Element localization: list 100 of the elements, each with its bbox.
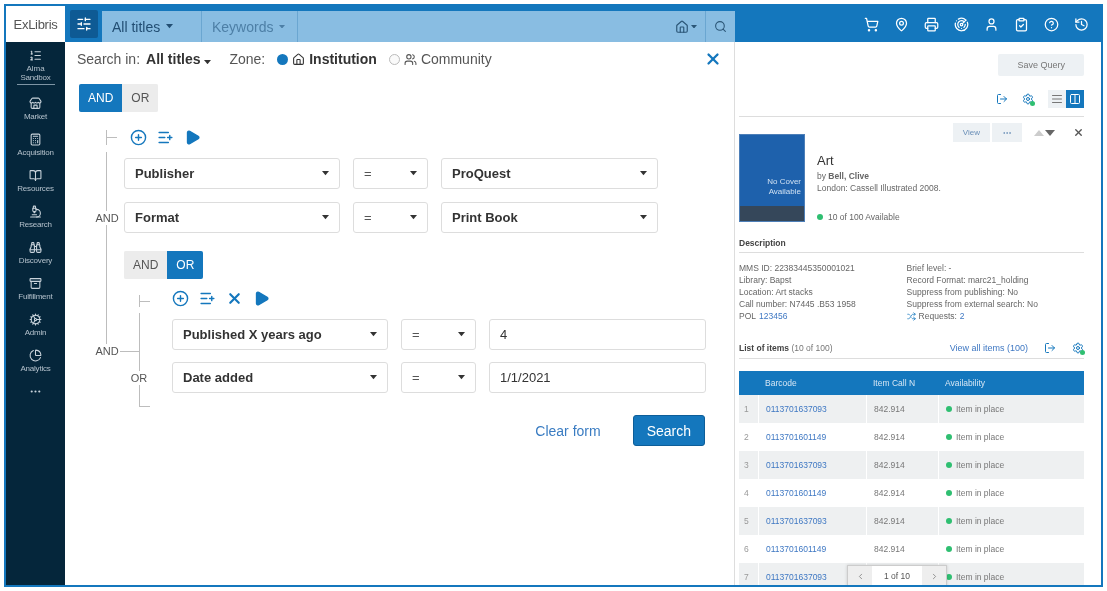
gear-icon[interactable] xyxy=(29,313,42,326)
barcode-link[interactable]: 0113701637093 xyxy=(766,572,827,582)
nav-label[interactable]: Research xyxy=(19,220,52,229)
table-cell: Item in place xyxy=(956,460,1005,470)
pol-link[interactable]: 123456 xyxy=(759,310,788,322)
search-in-label: Search in: xyxy=(77,51,141,67)
settings-icon[interactable] xyxy=(1072,342,1084,354)
radio-label[interactable]: Community xyxy=(420,51,492,67)
nav-label: Alma xyxy=(26,64,45,73)
close-button[interactable] xyxy=(704,50,722,68)
detail-text: Location: Art stacks xyxy=(739,286,814,298)
detail-text: Brief level: - xyxy=(906,262,953,274)
view-all-link[interactable]: View all items (100) xyxy=(949,343,1028,353)
operator-dropdown[interactable]: = xyxy=(353,202,428,233)
detail-text: Requests: xyxy=(918,310,957,322)
history-icon[interactable] xyxy=(1074,16,1089,32)
close-icon[interactable] xyxy=(1073,127,1084,138)
table-cell: Item in place xyxy=(956,516,1005,526)
row-number: 1 xyxy=(743,403,750,416)
status-dot xyxy=(946,490,952,496)
caret-icon xyxy=(691,24,697,29)
radio-button[interactable] xyxy=(388,53,400,65)
table-cell: 842.914 xyxy=(874,544,905,554)
printer-icon[interactable] xyxy=(924,16,939,32)
pie-chart-icon[interactable] xyxy=(29,349,42,362)
barcode-link[interactable]: 0113701637093 xyxy=(766,404,827,414)
field-dropdown[interactable]: Format xyxy=(124,202,340,233)
operator-toggle[interactable]: AND xyxy=(79,84,123,112)
table-cell: 842.914 xyxy=(874,404,905,414)
filter-settings-button[interactable] xyxy=(70,10,98,38)
operator-dropdown[interactable]: = xyxy=(401,319,476,350)
caret-icon xyxy=(370,375,377,380)
table-cell: Item in place xyxy=(956,488,1005,498)
add-condition-icon[interactable] xyxy=(172,289,189,307)
nav-label[interactable]: Fulfillment xyxy=(18,292,53,301)
store-icon[interactable] xyxy=(29,97,42,110)
radar-icon[interactable] xyxy=(954,16,969,32)
value-field[interactable]: 1/1/2021 xyxy=(489,362,706,393)
status-dot xyxy=(946,406,952,412)
list-icon[interactable] xyxy=(29,49,42,62)
column-header[interactable]: Item Call N xyxy=(866,378,938,388)
column-header[interactable]: Availability xyxy=(938,378,1084,388)
map-pin-icon[interactable] xyxy=(894,16,909,32)
nav-label[interactable]: Acquisition xyxy=(17,148,54,157)
detail-text: Call number: N7445 .B53 1958 xyxy=(739,298,857,310)
record-title[interactable]: Art xyxy=(817,153,941,168)
radio-label[interactable]: Institution xyxy=(309,51,377,67)
user-icon[interactable] xyxy=(984,16,999,32)
column-header[interactable]: Barcode xyxy=(758,378,866,388)
value-dropdown[interactable]: Print Book xyxy=(441,202,658,233)
cart-icon[interactable] xyxy=(864,16,879,32)
field-dropdown[interactable]: Published X years ago xyxy=(172,319,388,350)
value-field[interactable]: 4 xyxy=(489,319,706,350)
binoculars-icon[interactable] xyxy=(29,241,42,254)
status-dot xyxy=(817,214,823,220)
calculator-icon[interactable] xyxy=(29,133,42,146)
nav-label[interactable]: Market xyxy=(23,112,48,121)
nav-label[interactable]: Resources xyxy=(17,184,54,193)
barcode-link[interactable]: 0113701637093 xyxy=(766,460,827,470)
barcode-link[interactable]: 0113701601149 xyxy=(766,432,827,442)
split-view-button[interactable] xyxy=(1066,90,1084,108)
barcode-link[interactable]: 0113701637093 xyxy=(766,516,827,526)
export-icon[interactable] xyxy=(1044,342,1056,354)
nav-label[interactable]: Discovery xyxy=(18,256,53,265)
microscope-icon[interactable] xyxy=(29,205,42,218)
logo[interactable]: ExLibris xyxy=(6,6,65,42)
operator-dropdown[interactable]: = xyxy=(353,158,428,189)
value-dropdown[interactable]: ProQuest xyxy=(441,158,658,189)
barcode-link[interactable]: 0113701601149 xyxy=(766,488,827,498)
book-icon[interactable] xyxy=(29,169,42,182)
help-icon[interactable] xyxy=(1044,16,1059,32)
field-dropdown[interactable]: Date added xyxy=(172,362,388,393)
search-button[interactable]: Search xyxy=(632,415,705,446)
field-dropdown[interactable]: Publisher xyxy=(124,158,340,189)
clear-form-link[interactable]: Clear form xyxy=(535,422,601,439)
search-in-dropdown[interactable]: All titles xyxy=(146,51,212,67)
nav-label[interactable]: Admin xyxy=(24,328,47,337)
status-dot xyxy=(946,546,952,552)
search-icon xyxy=(714,20,727,33)
barcode-link[interactable]: 0113701601149 xyxy=(766,544,827,554)
add-condition-icon[interactable] xyxy=(130,128,147,146)
operator-toggle[interactable]: OR xyxy=(167,251,204,279)
detail-text: Suppress from publishing: No xyxy=(906,286,1020,298)
operator-dropdown[interactable]: = xyxy=(401,362,476,393)
caret-icon xyxy=(204,59,212,64)
requests-link[interactable]: 2 xyxy=(959,310,965,322)
save-query-button[interactable]: Save Query xyxy=(998,54,1084,76)
clipboard-icon[interactable] xyxy=(1014,16,1029,32)
radio-button[interactable] xyxy=(277,53,289,65)
zone-label: Zone: xyxy=(229,51,266,67)
page-indicator: 1 of 10 xyxy=(883,570,911,583)
archive-box-icon[interactable] xyxy=(29,277,42,290)
play-icon[interactable] xyxy=(184,128,201,146)
detail-text: Library: Bapst xyxy=(739,274,793,286)
row-number: 7 xyxy=(743,571,750,584)
settings-icon[interactable] xyxy=(1022,93,1034,105)
export-icon[interactable] xyxy=(996,93,1008,105)
nav-label[interactable]: Analytics xyxy=(20,364,51,373)
table-cell: 842.914 xyxy=(874,516,905,526)
play-icon[interactable] xyxy=(253,289,270,307)
